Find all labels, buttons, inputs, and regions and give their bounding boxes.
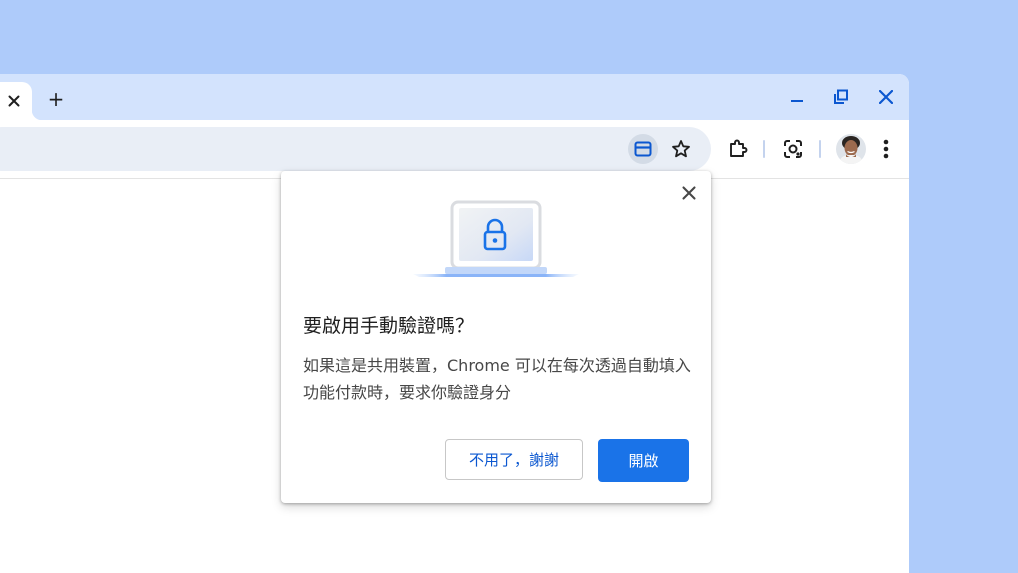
manual-verification-dialog: 要啟用手動驗證嗎？ 如果這是共用裝置，Chrome 可以在每次透過自動填入功能付… — [281, 171, 711, 503]
tab-close-icon[interactable] — [4, 91, 24, 111]
extensions-button[interactable] — [724, 135, 752, 163]
new-tab-label: + — [47, 87, 65, 111]
more-vert-icon — [883, 139, 889, 159]
minimize-button[interactable] — [784, 85, 810, 109]
card-icon — [634, 141, 652, 157]
restore-button[interactable] — [828, 85, 854, 109]
minimize-icon — [791, 100, 803, 102]
star-icon — [672, 140, 690, 158]
tab-strip: + — [0, 74, 909, 120]
close-icon — [879, 90, 893, 104]
omnibox[interactable] — [0, 127, 711, 171]
no-thanks-button[interactable]: 不用了，謝謝 — [445, 439, 583, 480]
toolbar-separator — [763, 140, 765, 158]
close-window-button[interactable] — [873, 85, 899, 109]
bookmark-star-button[interactable] — [666, 134, 696, 164]
lens-icon — [784, 140, 802, 158]
laptop-lock-illustration — [413, 200, 579, 277]
new-tab-button[interactable]: + — [44, 87, 68, 111]
close-icon — [682, 186, 696, 200]
active-tab[interactable] — [0, 82, 42, 120]
toolbar-separator — [819, 140, 821, 158]
dialog-title: 要啟用手動驗證嗎？ — [303, 315, 475, 337]
restore-icon — [834, 89, 848, 104]
turn-on-button[interactable]: 開啟 — [598, 439, 689, 482]
extensions-icon — [730, 139, 748, 157]
more-menu-button[interactable] — [872, 135, 900, 163]
card-button[interactable] — [628, 134, 658, 164]
avatar[interactable] — [836, 134, 866, 164]
dialog-body: 如果這是共用裝置，Chrome 可以在每次透過自動填入功能付款時，要求你驗證身分 — [303, 356, 691, 402]
lens-button[interactable] — [779, 135, 807, 163]
dialog-close-button[interactable] — [677, 181, 701, 205]
